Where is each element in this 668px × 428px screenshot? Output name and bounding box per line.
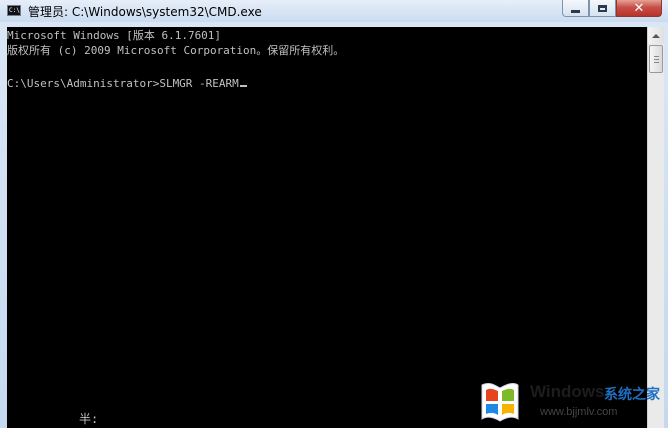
grip-line <box>654 56 659 57</box>
console-line-copyright: 版权所有 (c) 2009 Microsoft Corporation。保留所有… <box>7 44 345 57</box>
grip-line <box>654 62 659 63</box>
close-button[interactable]: ✕ <box>616 0 662 17</box>
title-bar[interactable]: C:\ 管理员: C:\Windows\system32\CMD.exe ✕ <box>0 0 668 22</box>
console-line-version: Microsoft Windows [版本 6.1.7601] <box>7 29 222 42</box>
command-text: C:\Users\Administrator>SLMGR -REARM <box>7 77 239 90</box>
scroll-up-button[interactable] <box>648 27 664 44</box>
vertical-scrollbar[interactable] <box>647 27 664 428</box>
text-cursor <box>239 85 247 87</box>
cmd-window: C:\ 管理员: C:\Windows\system32\CMD.exe ✕ M… <box>0 0 668 428</box>
close-icon: ✕ <box>633 0 645 16</box>
grip-line <box>654 59 659 60</box>
arrow-up-icon <box>652 33 660 38</box>
watermark-brand-cn: 系统之家 <box>604 387 660 403</box>
ime-status: 半: <box>79 412 99 426</box>
cmd-icon[interactable]: C:\ <box>7 5 21 16</box>
site-watermark: Windows 系统之家 www.bjjmlv.com <box>466 374 666 426</box>
watermark-brand: Windows <box>530 382 605 401</box>
window-title: 管理员: C:\Windows\system32\CMD.exe <box>28 5 262 19</box>
console-prompt-line[interactable]: C:\Users\Administrator>SLMGR -REARM <box>7 76 247 92</box>
minimize-icon <box>571 9 580 13</box>
windows-logo-icon <box>481 383 519 422</box>
console-output[interactable]: Microsoft Windows [版本 6.1.7601] 版权所有 (c)… <box>7 27 647 428</box>
maximize-button[interactable] <box>589 0 616 17</box>
maximize-icon <box>598 4 607 12</box>
scrollbar-thumb[interactable] <box>649 45 663 73</box>
minimize-button[interactable] <box>562 0 589 17</box>
watermark-url: www.bjjmlv.com <box>540 406 618 418</box>
